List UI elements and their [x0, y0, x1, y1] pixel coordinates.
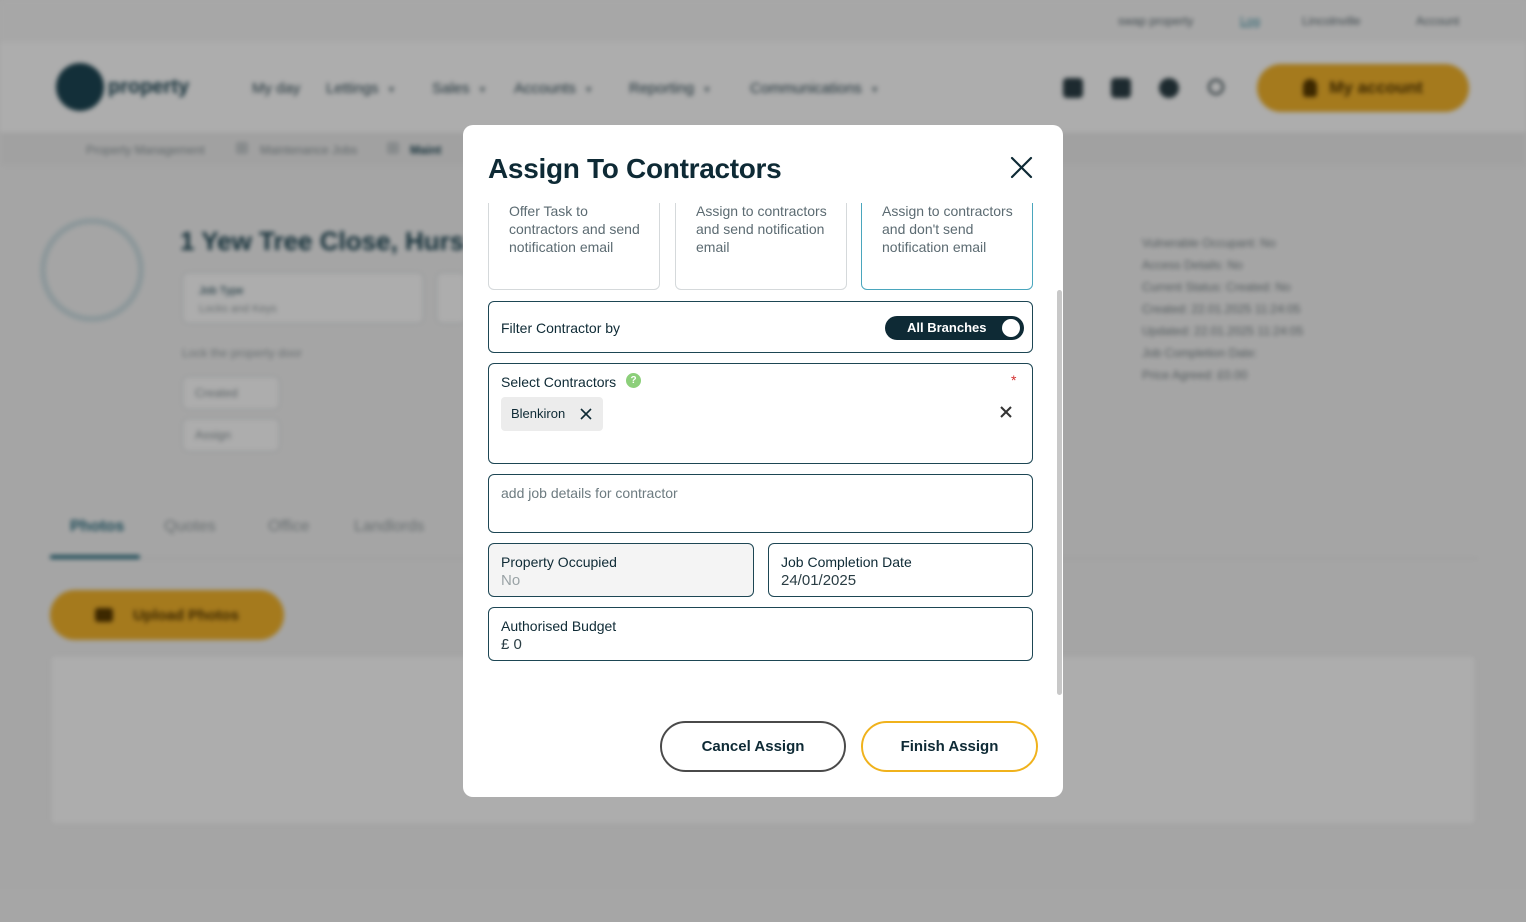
option-description: Offer Task to contractors and send notif…	[509, 203, 640, 255]
help-icon[interactable]: ?	[626, 373, 641, 388]
option-assign-no-notify[interactable]: Assign to contractors and don't send not…	[861, 203, 1033, 290]
filter-contractor-row: Filter Contractor by All Branches	[488, 301, 1033, 353]
property-occupied-value: No	[501, 572, 521, 589]
all-branches-toggle[interactable]: All Branches	[885, 316, 1024, 340]
filter-label: Filter Contractor by	[501, 320, 621, 336]
job-details-input[interactable]	[489, 475, 1032, 532]
option-description: Assign to contractors and send notificat…	[696, 203, 827, 255]
option-offer-task[interactable]: Offer Task to contractors and send notif…	[488, 203, 660, 290]
option-assign-notify[interactable]: Assign to contractors and send notificat…	[675, 203, 847, 290]
required-marker: *	[1011, 372, 1017, 388]
job-details-field	[488, 474, 1033, 533]
clear-all-icon[interactable]	[999, 405, 1013, 419]
job-completion-date-field[interactable]: Job Completion Date 24/01/2025	[768, 543, 1033, 597]
remove-chip-icon[interactable]	[579, 407, 593, 421]
contractor-chip: Blenkiron	[501, 397, 603, 431]
close-button[interactable]	[1006, 153, 1036, 183]
modal-body[interactable]: Offer Task to contractors and send notif…	[488, 203, 1038, 773]
chip-label: Blenkiron	[511, 406, 566, 421]
option-description: Assign to contractors and don't send not…	[882, 203, 1013, 255]
authorised-budget-value[interactable]: £ 0	[501, 636, 522, 653]
job-completion-date-value[interactable]: 24/01/2025	[781, 572, 856, 589]
property-occupied-label: Property Occupied	[501, 554, 617, 570]
toggle-knob	[1002, 319, 1020, 337]
modal-title: Assign To Contractors	[488, 153, 782, 184]
select-contractors-label: Select Contractors	[501, 374, 617, 390]
toggle-label: All Branches	[907, 320, 987, 335]
finish-assign-button[interactable]: Finish Assign	[861, 721, 1038, 772]
close-icon	[1010, 156, 1033, 179]
modal-scrollbar[interactable]	[1057, 290, 1062, 695]
authorised-budget-field[interactable]: Authorised Budget £ 0	[488, 607, 1033, 661]
select-contractors-field[interactable]: Select Contractors ? * Blenkiron	[488, 363, 1033, 464]
property-occupied-field: Property Occupied No	[488, 543, 754, 597]
cancel-assign-button[interactable]: Cancel Assign	[660, 721, 846, 772]
authorised-budget-label: Authorised Budget	[501, 618, 617, 634]
assign-contractors-modal: Assign To Contractors Offer Task to cont…	[463, 125, 1063, 797]
job-completion-date-label: Job Completion Date	[781, 554, 912, 570]
